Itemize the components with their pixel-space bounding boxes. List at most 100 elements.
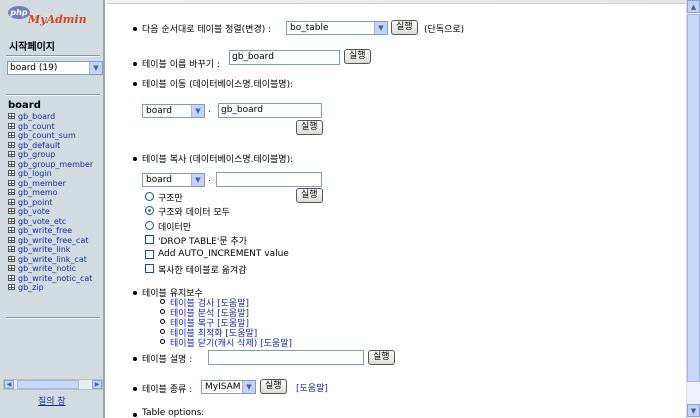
table-list-item[interactable]: gb_point: [8, 198, 93, 208]
table-icon[interactable]: [8, 160, 15, 167]
table-icon[interactable]: [8, 236, 15, 243]
table-name[interactable]: gb_write_notic: [18, 264, 76, 273]
move-table-input[interactable]: gb_board: [218, 103, 322, 118]
table-list-item[interactable]: gb_write_notic: [8, 264, 93, 274]
table-name[interactable]: gb_write_free_cat: [18, 236, 88, 245]
table-name[interactable]: gb_write_link: [18, 245, 70, 254]
table-icon[interactable]: [8, 227, 15, 233]
table-icon[interactable]: [8, 189, 15, 195]
table-name[interactable]: gb_write_notic_cat: [18, 274, 92, 283]
engine-help-link[interactable]: [도움말]: [296, 381, 328, 394]
database-select[interactable]: board (19) ▼: [7, 61, 103, 75]
order-submit-button[interactable]: 실행: [391, 20, 418, 35]
scrollbar-thumb[interactable]: [687, 14, 700, 382]
copy-database-select[interactable]: board ▼: [142, 173, 205, 187]
table-icon[interactable]: [8, 122, 15, 129]
table-icon[interactable]: [8, 274, 15, 281]
table-name[interactable]: gb_write_link_cat: [18, 255, 87, 264]
table-name[interactable]: gb_vote_etc: [18, 217, 66, 226]
table-name[interactable]: gb_count_sum: [18, 131, 76, 140]
checkbox-add-drop-table[interactable]: [145, 235, 154, 244]
flush-table-link[interactable]: 테이블 닫기(캐시 삭제): [170, 339, 257, 349]
radio-structure-and-data[interactable]: [145, 206, 154, 215]
scroll-left-icon[interactable]: ◀: [4, 380, 14, 389]
table-icon[interactable]: [8, 113, 15, 119]
scroll-up-icon[interactable]: ▲: [687, 0, 700, 13]
scroll-right-icon[interactable]: ▶: [92, 380, 102, 389]
radio-data-only-label[interactable]: 데이터만: [158, 220, 191, 233]
table-icon[interactable]: [8, 132, 15, 138]
engine-submit-button[interactable]: 실행: [260, 379, 287, 394]
comment-input[interactable]: [208, 350, 364, 365]
table-list-item[interactable]: gb_default: [8, 141, 93, 151]
table-name[interactable]: gb_default: [18, 141, 60, 150]
horizontal-scrollbar[interactable]: ◀ ▶: [3, 379, 103, 390]
table-list-item[interactable]: gb_write_free: [8, 226, 93, 236]
chevron-down-icon[interactable]: ▼: [374, 22, 387, 34]
checkbox-auto-increment[interactable]: [145, 250, 154, 259]
checkbox-add-drop-table-label[interactable]: 'DROP TABLE'문 추가: [158, 234, 247, 247]
table-name[interactable]: gb_board: [18, 112, 55, 121]
table-icon[interactable]: [8, 170, 15, 176]
table-icon[interactable]: [8, 255, 15, 262]
table-list-item[interactable]: gb_vote_etc: [8, 217, 93, 227]
table-list-item[interactable]: gb_login: [8, 169, 93, 179]
table-list-item[interactable]: gb_write_free_cat: [8, 236, 93, 246]
table-name[interactable]: gb_point: [18, 198, 53, 207]
phpmyadmin-logo[interactable]: php MyAdmin: [6, 5, 87, 35]
table-icon[interactable]: [8, 198, 15, 205]
table-name[interactable]: gb_member: [18, 179, 66, 188]
table-name[interactable]: gb_login: [18, 169, 52, 178]
table-name[interactable]: gb_vote: [18, 207, 50, 216]
radio-structure-only[interactable]: [145, 192, 154, 201]
table-name[interactable]: gb_write_free: [18, 226, 72, 235]
chevron-down-icon[interactable]: ▼: [89, 62, 102, 74]
table-list-item[interactable]: gb_memo: [8, 188, 93, 198]
engine-select[interactable]: MyISAM ▼: [201, 380, 256, 394]
scrollbar-thumb[interactable]: [17, 380, 79, 389]
help-link[interactable]: [도움말]: [260, 339, 292, 349]
table-list-item[interactable]: gb_count_sum: [8, 131, 93, 141]
rename-submit-button[interactable]: 실행: [344, 49, 371, 64]
table-list-item[interactable]: gb_group_member: [8, 160, 93, 170]
chevron-down-icon[interactable]: ▼: [242, 381, 255, 393]
table-list-item[interactable]: gb_zip: [8, 283, 93, 293]
table-name[interactable]: gb_group_member: [18, 160, 93, 169]
chevron-down-icon[interactable]: ▼: [191, 105, 204, 117]
table-list-item[interactable]: gb_member: [8, 179, 93, 189]
table-icon[interactable]: [8, 246, 15, 252]
copy-table-input[interactable]: [216, 172, 322, 187]
move-submit-button[interactable]: 실행: [296, 120, 323, 135]
table-icon[interactable]: [8, 179, 15, 186]
order-by-select[interactable]: bo_table ▼: [286, 21, 388, 35]
comment-submit-button[interactable]: 실행: [368, 350, 395, 365]
table-icon[interactable]: [8, 141, 15, 148]
home-link[interactable]: 시작페이지: [9, 38, 55, 53]
table-list-item[interactable]: gb_write_notic_cat: [8, 274, 93, 284]
table-icon[interactable]: [8, 265, 15, 271]
copy-submit-button[interactable]: 실행: [296, 188, 323, 203]
checkbox-auto-increment-label[interactable]: Add AUTO_INCREMENT value: [158, 249, 289, 259]
query-window-link[interactable]: 질의 창: [38, 394, 66, 407]
table-name[interactable]: gb_memo: [18, 188, 58, 197]
table-icon[interactable]: [8, 208, 15, 214]
chevron-down-icon[interactable]: ▼: [191, 174, 204, 186]
vertical-scrollbar[interactable]: ▲ ▼: [686, 0, 700, 418]
table-icon[interactable]: [8, 151, 15, 157]
table-list-item[interactable]: gb_group: [8, 150, 93, 160]
radio-structure-only-label[interactable]: 구조만: [158, 191, 183, 204]
checkbox-switch-to-copied[interactable]: [145, 264, 154, 273]
rename-input[interactable]: gb_board: [229, 50, 340, 65]
table-icon[interactable]: [8, 217, 15, 224]
table-list-item[interactable]: gb_vote: [8, 207, 93, 217]
table-icon[interactable]: [8, 284, 15, 290]
checkbox-switch-to-copied-label[interactable]: 복사한 테이블로 옮겨감: [158, 263, 247, 276]
radio-data-only[interactable]: [145, 221, 154, 230]
table-name[interactable]: gb_count: [18, 122, 55, 131]
table-list-item[interactable]: gb_write_link_cat: [8, 255, 93, 265]
table-name[interactable]: gb_group: [18, 150, 55, 159]
table-list-item[interactable]: gb_count: [8, 122, 93, 132]
move-database-select[interactable]: board ▼: [142, 104, 205, 118]
table-list-item[interactable]: gb_write_link: [8, 245, 93, 255]
radio-structure-and-data-label[interactable]: 구조와 데이터 모두: [158, 205, 230, 218]
